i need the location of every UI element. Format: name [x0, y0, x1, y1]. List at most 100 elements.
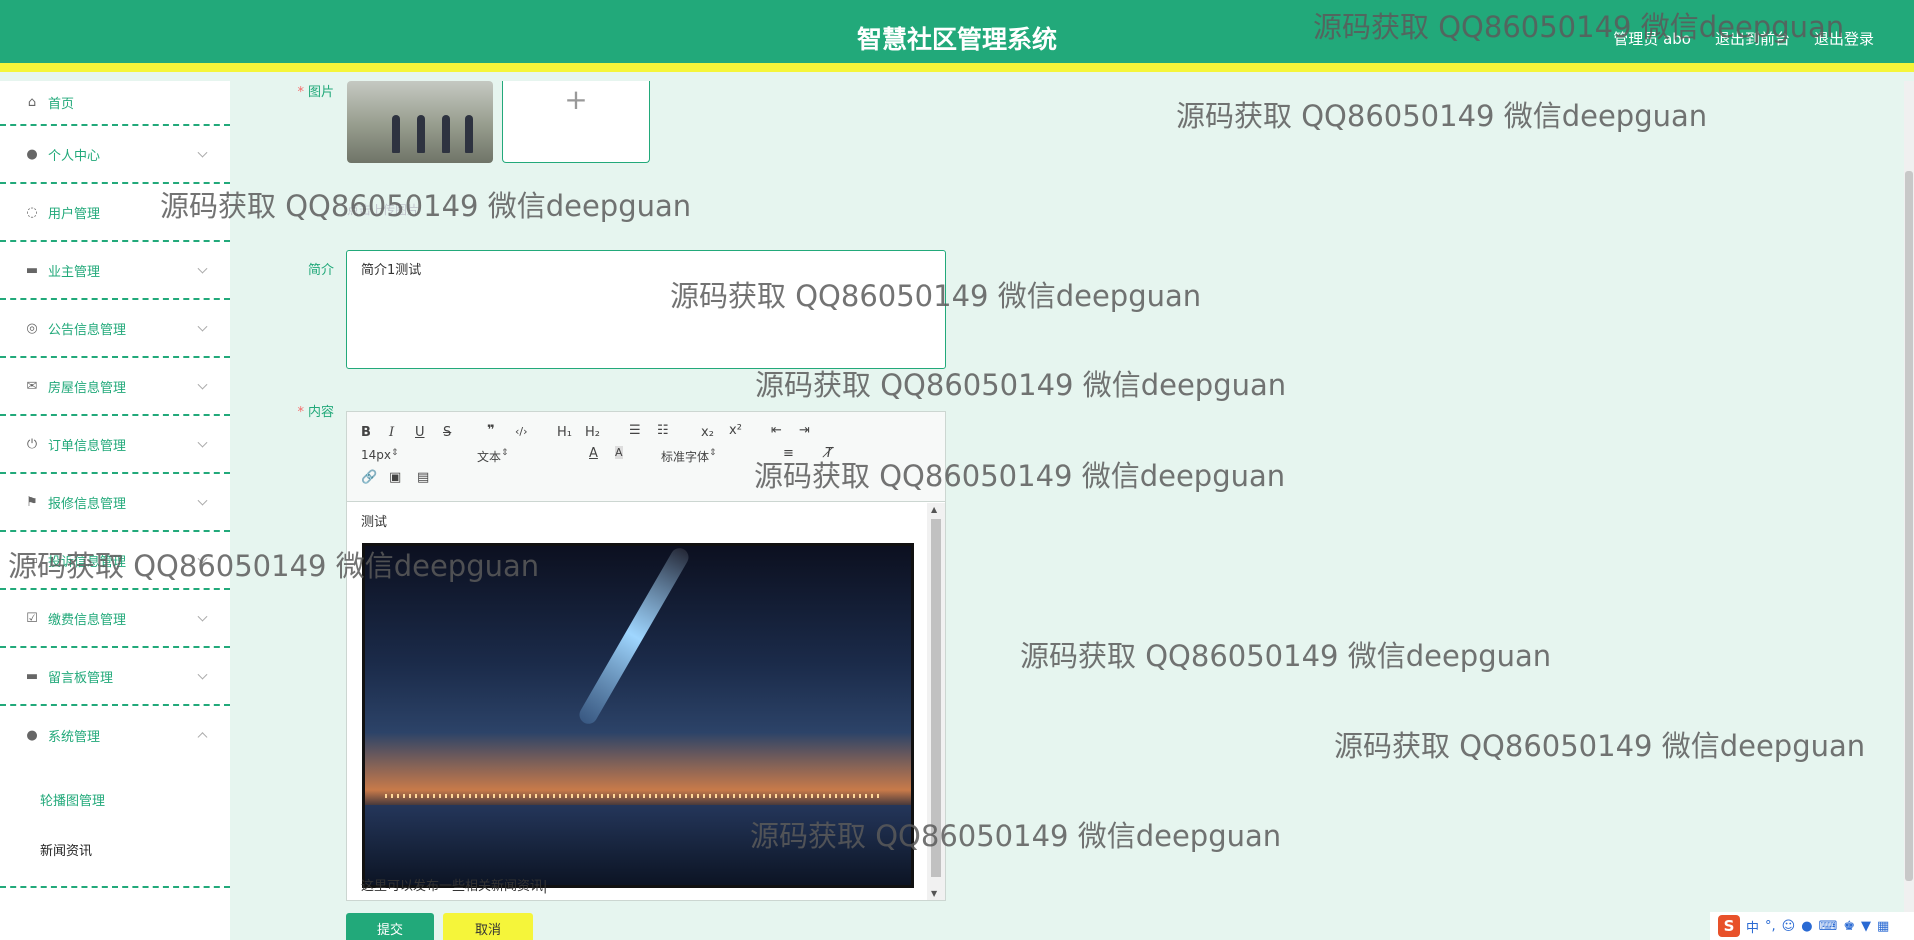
sidebar-item-label: 公告信息管理	[48, 322, 127, 338]
mic-icon[interactable]: ●	[1801, 919, 1812, 934]
editor-text-top: 测试	[361, 515, 388, 530]
embedded-night-sky-image	[362, 543, 914, 888]
monitor-icon: ▬	[25, 262, 39, 278]
chevron-down-icon	[197, 147, 208, 158]
chevron-down-icon	[197, 669, 208, 680]
outdent-icon[interactable]: ⇤	[771, 423, 782, 438]
user-icon: ●	[26, 727, 38, 743]
logout-link[interactable]: 退出登录	[1814, 28, 1874, 49]
bullet-list-icon[interactable]: ☷	[657, 423, 669, 438]
rich-text-editor: B I U S ❞ ‹/› H₁ H₂ ☰ ☷ x₂ x² ⇤ ⇥ 14px 文…	[346, 411, 946, 901]
sidebar-item-label: 投诉信息管理	[48, 554, 127, 570]
indent-icon[interactable]: ⇥	[799, 423, 810, 438]
superscript-icon[interactable]: x²	[729, 423, 742, 438]
power-icon: ⏻	[26, 436, 38, 452]
underline-icon[interactable]: U	[415, 425, 425, 440]
clear-format-icon[interactable]: T̸	[825, 446, 833, 461]
back-to-frontend-link[interactable]: 退出到前台	[1715, 28, 1790, 49]
sidebar-item-system[interactable]: ● 系统管理	[0, 706, 230, 764]
sidebar: ⌂ 首页 ● 个人中心 ◌ 用户管理 ▬ 业主管理 ◎ 公告信息管理 ✉ 房屋信…	[0, 81, 230, 940]
shirt-icon[interactable]: ▼	[1861, 919, 1871, 934]
align-icon[interactable]: ≡	[783, 446, 794, 461]
font-size-select[interactable]: 14px	[361, 448, 445, 462]
bold-icon[interactable]: B	[361, 425, 371, 440]
top-header: 智慧社区管理系统 管理员 abo 退出到前台 退出登录	[0, 0, 1914, 72]
punctuation-icon[interactable]: °,	[1765, 919, 1776, 934]
italic-icon[interactable]: I	[389, 425, 394, 440]
upload-hint: 点击上传图片	[347, 203, 420, 217]
font-family-select[interactable]: 标准字体	[661, 448, 755, 465]
plus-icon: +	[564, 83, 588, 116]
sidebar-item-label: 个人中心	[48, 148, 101, 164]
ime-language-label[interactable]: 中	[1746, 917, 1759, 936]
heading1-icon[interactable]: H₁	[557, 425, 572, 440]
blockquote-icon[interactable]: ❞	[487, 423, 495, 438]
sidebar-item-label: 留言板管理	[48, 670, 114, 686]
page-scrollbar[interactable]	[1904, 81, 1914, 940]
sidebar-item-profile[interactable]: ● 个人中心	[0, 126, 230, 184]
sidebar-item-label: 订单信息管理	[48, 438, 127, 454]
emoji-icon[interactable]: ☺	[1782, 919, 1796, 934]
user-actions: 管理员 abo 退出到前台 退出登录	[1613, 28, 1874, 49]
chevron-down-icon	[197, 437, 208, 448]
flag-icon: ⚑	[26, 494, 38, 510]
sidebar-item-users[interactable]: ◌ 用户管理	[0, 184, 230, 242]
intro-textarea[interactable]: 简介1测试	[346, 250, 946, 369]
editor-scroll-thumb[interactable]	[931, 519, 941, 877]
sidebar-item-repairs[interactable]: ⚑ 报修信息管理	[0, 474, 230, 532]
sidebar-item-label: 业主管理	[48, 264, 101, 280]
image-icon[interactable]: ▣	[389, 470, 401, 485]
sogou-logo-icon[interactable]: S	[1718, 915, 1740, 937]
code-block-icon[interactable]: ‹/›	[515, 425, 528, 438]
editor-scrollbar[interactable]: ▲ ▼	[927, 503, 945, 900]
system-submenu: 轮播图管理 新闻资讯	[0, 764, 230, 888]
sidebar-item-owners[interactable]: ▬ 业主管理	[0, 242, 230, 300]
heading2-icon[interactable]: H₂	[585, 425, 600, 440]
intro-field-label: 简介	[307, 263, 334, 278]
ime-toolbar: S 中 °, ☺ ● ⌨ ♚ ▼ ▦	[1710, 912, 1914, 940]
skin-icon[interactable]: ♚	[1843, 919, 1855, 934]
uploaded-image-thumbnail[interactable]	[347, 81, 493, 163]
subscript-icon[interactable]: x₂	[701, 425, 714, 440]
sidebar-item-payments[interactable]: ☑ 缴费信息管理	[0, 590, 230, 648]
sidebar-item-houses[interactable]: ✉ 房屋信息管理	[0, 358, 230, 416]
sidebar-subitem-carousel[interactable]: 轮播图管理	[0, 774, 230, 824]
editor-body[interactable]: 测试 这里可以发布一些相关新闻资讯|	[347, 503, 927, 900]
background-color-icon[interactable]: A	[615, 446, 623, 459]
sidebar-item-messages[interactable]: ▬ 留言板管理	[0, 648, 230, 706]
scroll-up-icon[interactable]: ▲	[931, 505, 937, 514]
sidebar-item-label: 房屋信息管理	[48, 380, 127, 396]
grid-icon[interactable]: ▦	[1877, 919, 1889, 934]
scroll-down-icon[interactable]: ▼	[931, 889, 937, 898]
video-icon[interactable]: ▤	[417, 470, 429, 485]
monitor-icon: ▬	[25, 668, 39, 684]
chevron-down-icon	[197, 495, 208, 506]
format-select[interactable]: 文本	[477, 448, 561, 465]
sidebar-item-label: 系统管理	[48, 729, 101, 745]
chevron-down-icon	[197, 611, 208, 622]
ordered-list-icon[interactable]: ☰	[629, 423, 641, 438]
image-field-label: * 图片	[297, 85, 334, 100]
submit-button[interactable]: 提交	[346, 913, 434, 940]
font-color-icon[interactable]: A	[589, 446, 598, 461]
sidebar-item-home[interactable]: ⌂ 首页	[0, 81, 230, 126]
current-user-label: 管理员 abo	[1613, 30, 1691, 48]
sidebar-item-orders[interactable]: ⏻ 订单信息管理	[0, 416, 230, 474]
sidebar-item-announcements[interactable]: ◎ 公告信息管理	[0, 300, 230, 358]
chevron-down-icon	[197, 553, 208, 564]
sidebar-item-label: 用户管理	[48, 206, 101, 222]
chat-icon: ▭	[25, 552, 39, 568]
link-icon[interactable]: 🔗	[361, 470, 377, 485]
keyboard-icon[interactable]: ⌨	[1819, 919, 1838, 934]
cancel-button[interactable]: 取消	[443, 913, 533, 940]
home-icon: ⌂	[27, 95, 37, 110]
image-upload-button[interactable]: +	[502, 81, 650, 163]
sidebar-item-complaints[interactable]: ▭ 投诉信息管理	[0, 532, 230, 590]
sidebar-subitem-news[interactable]: 新闻资讯	[0, 824, 230, 874]
sidebar-item-label: 首页	[48, 97, 75, 112]
target-icon: ◎	[26, 320, 38, 336]
editor-text-bottom: 这里可以发布一些相关新闻资讯|	[361, 879, 548, 894]
page-scroll-thumb[interactable]	[1905, 171, 1913, 881]
strikethrough-icon[interactable]: S	[443, 425, 451, 440]
sidebar-item-label: 报修信息管理	[48, 496, 127, 512]
